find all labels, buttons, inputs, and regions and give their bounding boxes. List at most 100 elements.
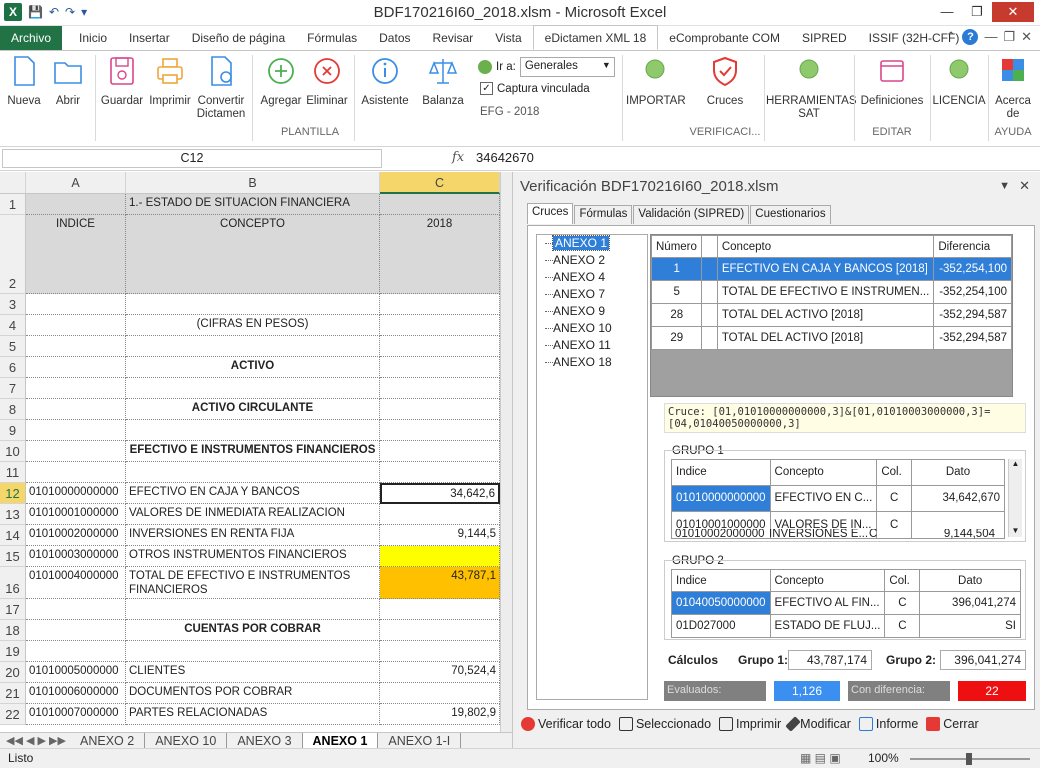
cell-b[interactable] xyxy=(126,294,380,315)
cell-a[interactable]: INDICE xyxy=(26,215,126,294)
col-numero[interactable]: Número xyxy=(650,235,703,258)
sheet-nav-arrows[interactable]: ◀◀ ◀ ▶ ▶▶ xyxy=(0,734,70,747)
cell-c[interactable] xyxy=(380,294,500,315)
row-header[interactable]: 2 xyxy=(0,215,26,294)
captura-checkbox[interactable]: ✓ xyxy=(480,82,493,95)
row-header[interactable]: 10 xyxy=(0,441,26,462)
zoom-level[interactable]: 100% xyxy=(868,749,899,768)
tree-item[interactable]: ANEXO 4 xyxy=(537,269,647,286)
g2-col-indice[interactable]: Indice xyxy=(671,569,771,592)
formula-input[interactable]: 34642670 xyxy=(476,150,534,165)
col-concepto[interactable]: Concepto xyxy=(716,235,935,258)
cell-c[interactable]: 43,787,1 xyxy=(380,567,500,599)
row-header[interactable]: 15 xyxy=(0,546,26,567)
cell-b[interactable]: OTROS INSTRUMENTOS FINANCIEROS xyxy=(126,546,380,567)
cell-b[interactable] xyxy=(126,336,380,357)
cell-b[interactable] xyxy=(126,462,380,483)
cell-b[interactable] xyxy=(126,599,380,620)
tab-insertar[interactable]: Insertar xyxy=(118,26,181,50)
nueva-button[interactable]: Nueva xyxy=(6,55,42,108)
cruce-row[interactable]: 28 TOTAL DEL ACTIVO [2018] -352,294,587 xyxy=(650,303,1012,327)
g2-col-concepto[interactable]: Concepto xyxy=(769,569,886,592)
informe-button[interactable]: Informe xyxy=(858,717,918,731)
select-all-corner[interactable] xyxy=(0,172,26,194)
row-header[interactable]: 17 xyxy=(0,599,26,620)
definiciones-button[interactable]: Definiciones xyxy=(856,55,928,108)
cell-a[interactable]: 01010006000000 xyxy=(26,683,126,704)
min-workbook-icon[interactable]: — xyxy=(984,29,997,45)
minimize-icon[interactable]: — xyxy=(932,2,962,22)
cell-c[interactable]: 70,524,4 xyxy=(380,662,500,683)
help-icon[interactable]: ? xyxy=(962,29,979,45)
g2-row[interactable]: 01D027000 ESTADO DE FLUJ... C SI xyxy=(671,614,1021,638)
guardar-button[interactable]: Guardar xyxy=(100,55,144,108)
tab-inicio[interactable]: Inicio xyxy=(68,26,118,50)
tab-vista[interactable]: Vista xyxy=(484,26,532,50)
view-buttons-icon[interactable]: ▦ ▤ ▣ xyxy=(800,749,841,768)
close-workbook-icon[interactable]: ✕ xyxy=(1021,29,1032,45)
cell-c[interactable] xyxy=(380,683,500,704)
cruce-row[interactable]: 29 TOTAL DEL ACTIVO [2018] -352,294,587 xyxy=(650,326,1012,350)
cell-a[interactable] xyxy=(26,620,126,641)
cell-c[interactable]: 9,144,5 xyxy=(380,525,500,546)
cruce-row[interactable]: 5 TOTAL DE EFECTIVO E INSTRUMEN... -352,… xyxy=(650,280,1012,304)
verificar-todo-button[interactable]: Verificar todo xyxy=(521,717,611,731)
cell-b[interactable]: INVERSIONES EN RENTA FIJA xyxy=(126,525,380,546)
cell-b[interactable]: CLIENTES xyxy=(126,662,380,683)
cell-a[interactable] xyxy=(26,641,126,662)
cell-a[interactable]: 01010007000000 xyxy=(26,704,126,725)
cell-b[interactable]: 1.- ESTADO DE SITUACION FINANCIERA xyxy=(126,194,380,215)
cell-a[interactable] xyxy=(26,357,126,378)
cell-c[interactable]: 2018 xyxy=(380,215,500,294)
cell-c[interactable]: 34,642,6 xyxy=(380,483,500,504)
row-header[interactable]: 19 xyxy=(0,641,26,662)
cell-a[interactable]: 01010001000000 xyxy=(26,504,126,525)
vertical-scrollbar[interactable] xyxy=(500,172,512,732)
agregar-button[interactable]: Agregar xyxy=(258,55,304,108)
restore-icon[interactable]: ❐ xyxy=(962,2,992,22)
panel-close-icon[interactable]: ✕ xyxy=(1019,178,1030,194)
cell-a[interactable]: 01010005000000 xyxy=(26,662,126,683)
asistente-button[interactable]: Asistente xyxy=(358,55,412,108)
cell-b[interactable] xyxy=(126,641,380,662)
cell-b[interactable] xyxy=(126,378,380,399)
tree-item[interactable]: ANEXO 1 xyxy=(537,235,647,252)
cell-b[interactable]: EFECTIVO E INSTRUMENTOS FINANCIEROS xyxy=(126,441,380,462)
herramientas-sat-button[interactable]: HERRAMIENTAS SAT xyxy=(766,55,857,121)
row-header[interactable]: 21 xyxy=(0,683,26,704)
tab-validacion[interactable]: Validación (SIPRED) xyxy=(633,205,750,224)
eliminar-button[interactable]: Eliminar xyxy=(304,55,350,108)
cell-a[interactable] xyxy=(26,194,126,215)
tree-item[interactable]: ANEXO 10 xyxy=(537,320,647,337)
cell-a[interactable] xyxy=(26,462,126,483)
cell-b[interactable]: CUENTAS POR COBRAR xyxy=(126,620,380,641)
imprimir-panel-button[interactable]: Imprimir xyxy=(719,717,781,731)
abrir-button[interactable]: Abrir xyxy=(50,55,86,108)
g2-row[interactable]: 01040050000000 EFECTIVO AL FIN... C 396,… xyxy=(671,591,1021,615)
row-header[interactable]: 5 xyxy=(0,336,26,357)
cell-a[interactable] xyxy=(26,294,126,315)
row-header[interactable]: 12 xyxy=(0,483,26,504)
sheet-tab[interactable]: ANEXO 3 xyxy=(227,732,303,749)
imprimir-button[interactable]: Imprimir xyxy=(146,55,194,108)
ir-a-dropdown[interactable]: Generales ▼ xyxy=(519,57,615,77)
cell-b[interactable]: (CIFRAS EN PESOS) xyxy=(126,315,380,336)
tab-sipred[interactable]: SIPRED xyxy=(791,26,858,50)
column-header-c[interactable]: C xyxy=(380,172,500,194)
cell-b[interactable]: TOTAL DE EFECTIVO E INSTRUMENTOS FINANCIE… xyxy=(126,567,380,599)
cell-c[interactable] xyxy=(380,620,500,641)
row-header[interactable]: 14 xyxy=(0,525,26,546)
fx-icon[interactable]: fx xyxy=(452,150,464,165)
cell-a[interactable] xyxy=(26,599,126,620)
cell-b[interactable]: PARTES RELACIONADAS xyxy=(126,704,380,725)
licencia-button[interactable]: LICENCIA xyxy=(932,55,986,108)
cell-c[interactable] xyxy=(380,504,500,525)
sheet-tab[interactable]: ANEXO 1-I xyxy=(378,732,462,749)
cell-a[interactable] xyxy=(26,315,126,336)
cell-a[interactable]: 01010000000000 xyxy=(26,483,126,504)
g1-scrollbar[interactable]: ▲ ▼ xyxy=(1008,459,1022,537)
cell-c[interactable] xyxy=(380,462,500,483)
cell-b[interactable]: VALORES DE INMEDIATA REALIZACION xyxy=(126,504,380,525)
cerrar-button[interactable]: Cerrar xyxy=(926,717,979,731)
tab-cruces[interactable]: Cruces xyxy=(527,203,574,224)
